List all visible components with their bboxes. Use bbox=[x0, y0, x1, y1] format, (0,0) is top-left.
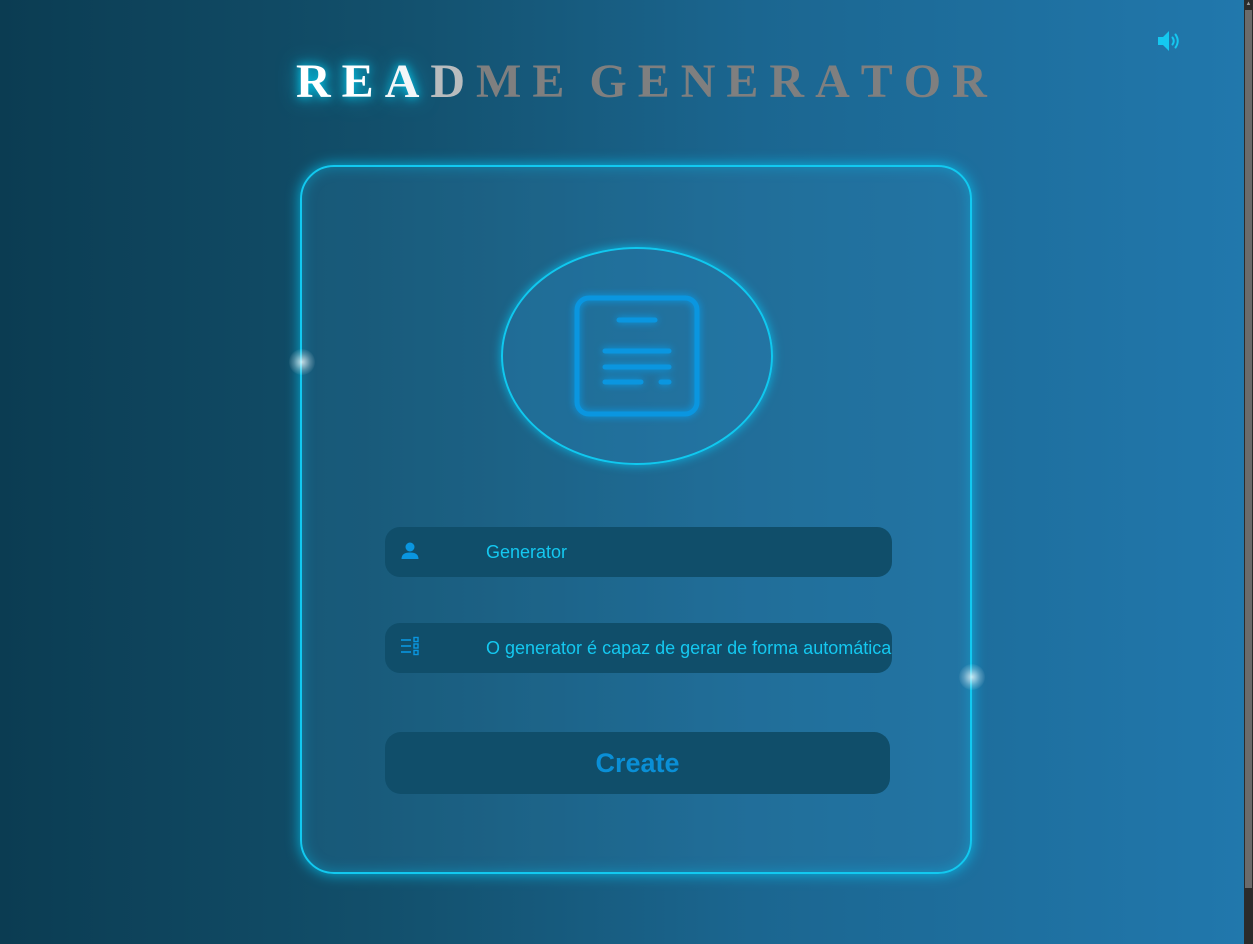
title-letter: R bbox=[296, 55, 342, 108]
scrollbar-thumb[interactable] bbox=[1245, 10, 1252, 888]
create-button[interactable]: Create bbox=[385, 732, 890, 794]
title-letter: M bbox=[476, 55, 533, 108]
page-scrollbar[interactable]: ▲ bbox=[1244, 0, 1253, 944]
project-description-field bbox=[385, 623, 892, 673]
user-icon bbox=[401, 542, 419, 559]
title-letter: A bbox=[384, 55, 431, 108]
sound-toggle-button[interactable] bbox=[1156, 28, 1184, 54]
glow-orb-right bbox=[959, 664, 985, 690]
project-name-input[interactable] bbox=[486, 527, 892, 577]
title-letter: E bbox=[341, 55, 385, 108]
page-title: README GENERATOR bbox=[296, 55, 998, 109]
project-name-field bbox=[385, 527, 892, 577]
document-icon bbox=[574, 295, 700, 417]
title-letter bbox=[575, 55, 589, 109]
glow-orb-left bbox=[289, 349, 315, 375]
title-letter: E bbox=[532, 55, 576, 108]
title-letter: G bbox=[589, 55, 638, 108]
title-letter: R bbox=[769, 55, 816, 108]
title-letter: E bbox=[726, 55, 770, 108]
title-letter: T bbox=[860, 55, 904, 108]
title-letter: D bbox=[430, 55, 477, 108]
title-letter: N bbox=[680, 55, 727, 108]
speaker-volume-icon bbox=[1158, 31, 1179, 51]
project-description-input[interactable] bbox=[486, 623, 892, 673]
title-letter: E bbox=[637, 55, 681, 108]
list-details-icon bbox=[401, 636, 419, 656]
title-letter: R bbox=[952, 55, 998, 108]
title-letter: O bbox=[903, 55, 953, 108]
scroll-up-arrow-icon[interactable]: ▲ bbox=[1244, 0, 1253, 9]
title-letter: A bbox=[815, 55, 861, 108]
